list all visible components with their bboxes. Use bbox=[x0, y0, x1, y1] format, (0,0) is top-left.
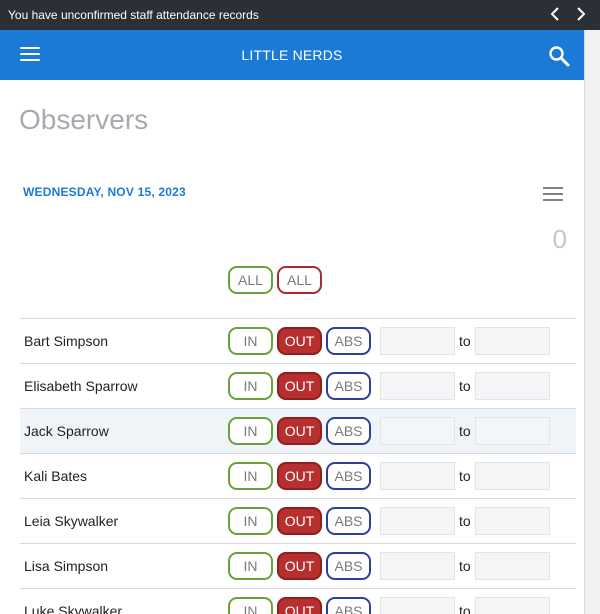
attendance-panel: Observers WEDNESDAY, NOV 15, 2023 0 ALL … bbox=[0, 80, 584, 614]
out-button[interactable]: OUT bbox=[277, 462, 322, 490]
attendance-row: Kali Bates IN OUT ABS to bbox=[20, 453, 576, 498]
time-to-input[interactable] bbox=[475, 417, 550, 445]
chevron-right-icon[interactable] bbox=[572, 3, 590, 25]
notice-text: You have unconfirmed staff attendance re… bbox=[8, 8, 259, 22]
abs-button[interactable]: ABS bbox=[326, 417, 371, 445]
attendance-row: Bart Simpson IN OUT ABS to bbox=[20, 318, 576, 363]
time-to-input[interactable] bbox=[475, 372, 550, 400]
person-name: Kali Bates bbox=[24, 468, 88, 484]
person-name: Bart Simpson bbox=[24, 333, 109, 349]
attendance-row: Lisa Simpson IN OUT ABS to bbox=[20, 543, 576, 588]
hamburger-icon[interactable] bbox=[543, 187, 563, 201]
attendance-row: Luke Skywalker IN OUT ABS to bbox=[20, 588, 576, 614]
all-in-button[interactable]: ALL bbox=[228, 266, 273, 294]
to-label: to bbox=[459, 603, 471, 614]
to-label: to bbox=[459, 558, 471, 574]
time-from-input[interactable] bbox=[380, 462, 455, 490]
time-to-input[interactable] bbox=[475, 552, 550, 580]
out-button[interactable]: OUT bbox=[277, 417, 322, 445]
out-button[interactable]: OUT bbox=[277, 372, 322, 400]
time-to-input[interactable] bbox=[475, 462, 550, 490]
to-label: to bbox=[459, 468, 471, 484]
in-button[interactable]: IN bbox=[228, 507, 273, 535]
time-from-input[interactable] bbox=[380, 597, 455, 614]
abs-button[interactable]: ABS bbox=[326, 327, 371, 355]
person-name: Elisabeth Sparrow bbox=[24, 378, 138, 394]
time-from-input[interactable] bbox=[380, 327, 455, 355]
person-name: Luke Skywalker bbox=[24, 603, 123, 614]
scrollbar[interactable] bbox=[584, 30, 600, 614]
in-button[interactable]: IN bbox=[228, 597, 273, 614]
abs-button[interactable]: ABS bbox=[326, 552, 371, 580]
chevron-left-icon[interactable] bbox=[546, 3, 564, 25]
out-button[interactable]: OUT bbox=[277, 597, 322, 614]
app-title: LITTLE NERDS bbox=[241, 47, 343, 63]
time-to-input[interactable] bbox=[475, 597, 550, 614]
search-icon[interactable] bbox=[547, 44, 571, 68]
attendance-list: Bart Simpson IN OUT ABS to Elisabeth Sparrow I… bbox=[20, 318, 576, 614]
to-label: to bbox=[459, 333, 471, 349]
abs-button[interactable]: ABS bbox=[326, 462, 371, 490]
in-button[interactable]: IN bbox=[228, 552, 273, 580]
app-bar: LITTLE NERDS bbox=[0, 30, 584, 80]
in-button[interactable]: IN bbox=[228, 417, 273, 445]
present-count: 0 bbox=[552, 224, 567, 254]
to-label: to bbox=[459, 423, 471, 439]
date-heading[interactable]: WEDNESDAY, NOV 15, 2023 bbox=[23, 185, 186, 199]
hamburger-icon[interactable] bbox=[20, 47, 40, 63]
time-from-input[interactable] bbox=[380, 372, 455, 400]
time-from-input[interactable] bbox=[380, 417, 455, 445]
all-out-button[interactable]: ALL bbox=[277, 266, 322, 294]
abs-button[interactable]: ABS bbox=[326, 597, 371, 614]
to-label: to bbox=[459, 378, 471, 394]
notice-bar: You have unconfirmed staff attendance re… bbox=[0, 0, 600, 30]
to-label: to bbox=[459, 513, 471, 529]
out-button[interactable]: OUT bbox=[277, 507, 322, 535]
abs-button[interactable]: ABS bbox=[326, 372, 371, 400]
time-to-input[interactable] bbox=[475, 507, 550, 535]
out-button[interactable]: OUT bbox=[277, 552, 322, 580]
abs-button[interactable]: ABS bbox=[326, 507, 371, 535]
time-from-input[interactable] bbox=[380, 552, 455, 580]
out-button[interactable]: OUT bbox=[277, 327, 322, 355]
in-button[interactable]: IN bbox=[228, 327, 273, 355]
person-name: Leia Skywalker bbox=[24, 513, 119, 529]
attendance-row: Leia Skywalker IN OUT ABS to bbox=[20, 498, 576, 543]
notice-nav bbox=[546, 3, 590, 25]
person-name: Lisa Simpson bbox=[24, 558, 109, 574]
time-from-input[interactable] bbox=[380, 507, 455, 535]
in-button[interactable]: IN bbox=[228, 462, 273, 490]
page-title: Observers bbox=[19, 104, 149, 135]
app-frame: You have unconfirmed staff attendance re… bbox=[0, 0, 600, 614]
time-to-input[interactable] bbox=[475, 327, 550, 355]
attendance-row: Elisabeth Sparrow IN OUT ABS to bbox=[20, 363, 576, 408]
person-name: Jack Sparrow bbox=[24, 423, 109, 439]
attendance-row: Jack Sparrow IN OUT ABS to bbox=[20, 408, 576, 453]
in-button[interactable]: IN bbox=[228, 372, 273, 400]
